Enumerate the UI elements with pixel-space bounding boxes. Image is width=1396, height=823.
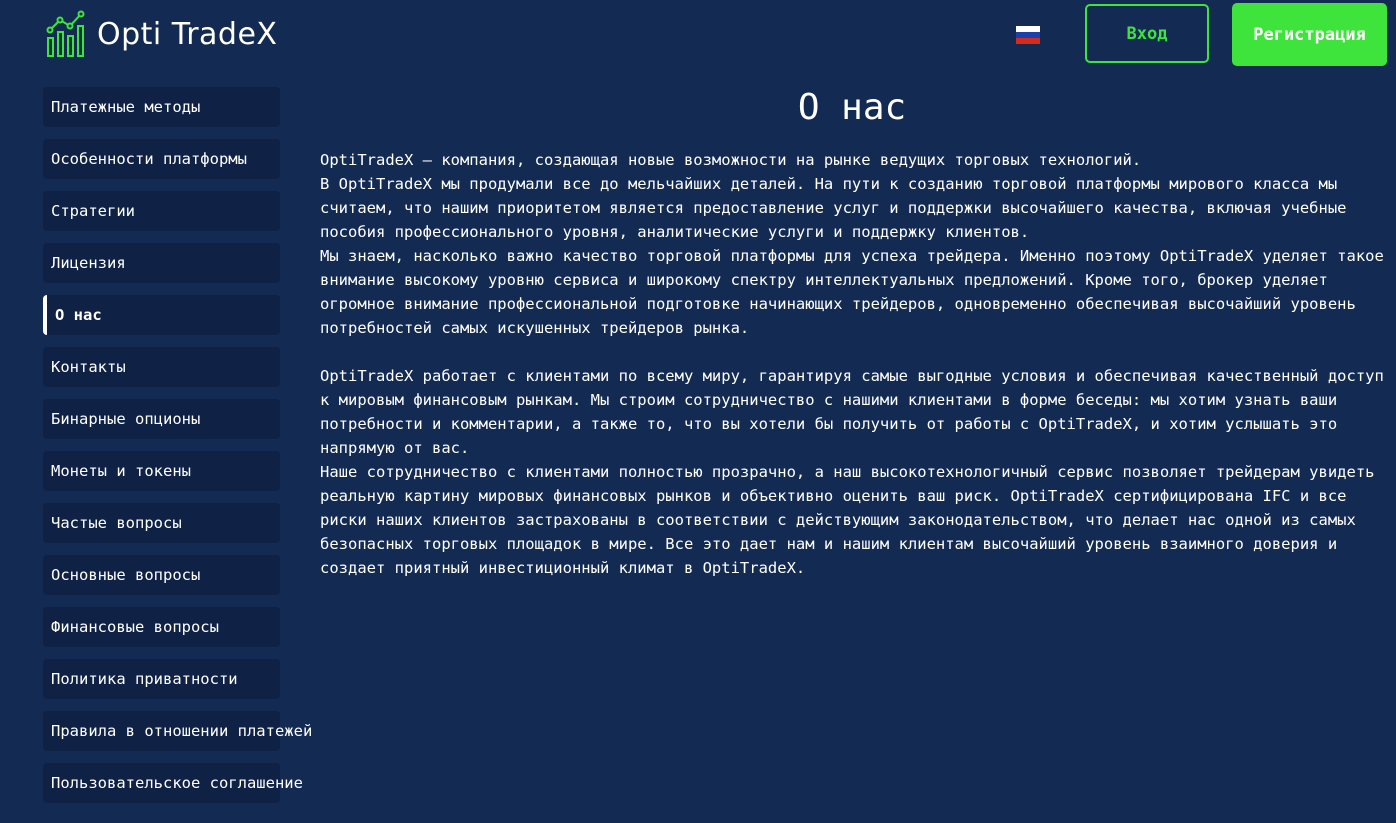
sidebar-item-general-questions[interactable]: Основные вопросы bbox=[43, 555, 280, 595]
paragraph-intro: OptiTradeX — компания, создающая новые в… bbox=[320, 151, 1142, 169]
sidebar-nav: Платежные методы Особенности платформы С… bbox=[43, 87, 312, 815]
sidebar-item-label: Бинарные опционы bbox=[51, 410, 201, 428]
paragraph-clients: OptiTradeX работает с клиентами по всему… bbox=[320, 367, 1384, 457]
bar-chart-logo-icon bbox=[46, 10, 85, 57]
sidebar-item-platform-features[interactable]: Особенности платформы bbox=[43, 139, 280, 179]
sidebar-item-label: Политика приватности bbox=[51, 670, 238, 688]
sidebar-item-contacts[interactable]: Контакты bbox=[43, 347, 280, 387]
page-title: О нас bbox=[797, 87, 907, 128]
sidebar-item-license[interactable]: Лицензия bbox=[43, 243, 280, 283]
sidebar-item-label: Особенности платформы bbox=[51, 150, 247, 168]
sidebar-item-label: Платежные методы bbox=[51, 98, 201, 116]
sidebar-item-label: О нас bbox=[55, 306, 102, 324]
sidebar-item-label: Лицензия bbox=[51, 254, 126, 272]
sidebar-item-label: Частые вопросы bbox=[51, 514, 182, 532]
sidebar-item-label: Монеты и токены bbox=[51, 462, 191, 480]
sidebar-item-label: Контакты bbox=[51, 358, 126, 376]
paragraph-transparency: Наше сотрудничество с клиентами полность… bbox=[320, 463, 1375, 577]
sidebar-item-privacy-policy[interactable]: Политика приватности bbox=[43, 659, 280, 699]
sidebar-item-label: Стратегии bbox=[51, 202, 135, 220]
sidebar-item-strategies[interactable]: Стратегии bbox=[43, 191, 280, 231]
brand-name: Opti TradeX bbox=[97, 16, 278, 52]
sidebar-item-faq[interactable]: Частые вопросы bbox=[43, 503, 280, 543]
brand-logo[interactable]: Opti TradeX bbox=[45, 10, 277, 58]
site-header: Opti TradeX Вход Регистрация bbox=[0, 0, 1396, 70]
sidebar-item-label: Пользовательское соглашение bbox=[51, 774, 303, 792]
sidebar-item-label: Финансовые вопросы bbox=[51, 618, 219, 636]
sidebar-item-about-us[interactable]: О нас bbox=[43, 295, 280, 335]
sidebar-item-user-agreement[interactable]: Пользовательское соглашение bbox=[43, 763, 303, 803]
sidebar-item-payment-rules[interactable]: Правила в отношении платежей bbox=[43, 711, 312, 751]
sidebar-item-coins-tokens[interactable]: Монеты и токены bbox=[43, 451, 280, 491]
sidebar-item-binary-options[interactable]: Бинарные опционы bbox=[43, 399, 280, 439]
russian-flag-icon[interactable] bbox=[1016, 26, 1040, 44]
register-button[interactable]: Регистрация bbox=[1232, 3, 1387, 66]
sidebar-item-payment-methods[interactable]: Платежные методы bbox=[43, 87, 280, 127]
main-content: О нас OptiTradeX — компания, создающая н… bbox=[320, 86, 1390, 580]
sidebar-item-financial-questions[interactable]: Финансовые вопросы bbox=[43, 607, 280, 647]
login-button[interactable]: Вход bbox=[1085, 4, 1209, 63]
sidebar-item-label: Основные вопросы bbox=[51, 566, 201, 584]
paragraph-details: В OptiTradeX мы продумали все до мельчай… bbox=[320, 175, 1347, 241]
paragraph-quality: Мы знаем, насколько важно качество торго… bbox=[320, 247, 1384, 337]
sidebar-item-label: Правила в отношении платежей bbox=[51, 722, 313, 740]
